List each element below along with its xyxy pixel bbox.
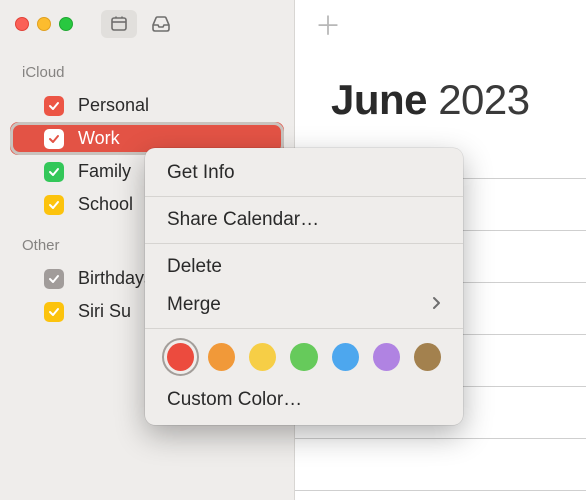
color-swatch-yellow[interactable] (249, 343, 276, 371)
checkbox-icon[interactable] (44, 96, 64, 116)
menu-item-merge[interactable]: Merge (145, 286, 463, 324)
titlebar (0, 0, 294, 48)
menu-item-get-info[interactable]: Get Info (145, 154, 463, 192)
calendar-label: School (78, 194, 133, 215)
color-swatch-green[interactable] (290, 343, 317, 371)
maximize-window-button[interactable] (59, 17, 73, 31)
window-controls (15, 17, 73, 31)
calendar-label: Siri Su (78, 301, 131, 322)
checkbox-icon[interactable] (44, 269, 64, 289)
menu-item-delete[interactable]: Delete (145, 248, 463, 286)
add-event-button[interactable]: ＋ (315, 6, 341, 43)
minimize-window-button[interactable] (37, 17, 51, 31)
menu-separator (145, 328, 463, 329)
menu-separator (145, 196, 463, 197)
color-swatch-blue[interactable] (332, 343, 359, 371)
menu-item-custom-color[interactable]: Custom Color… (145, 381, 463, 419)
color-swatch-orange[interactable] (208, 343, 235, 371)
month-label: June (331, 76, 427, 123)
calendars-toggle-button[interactable] (101, 10, 137, 38)
calendar-label: Work (78, 128, 120, 149)
close-window-button[interactable] (15, 17, 29, 31)
calendar-label: Personal (78, 95, 149, 116)
checkbox-icon[interactable] (44, 302, 64, 322)
calendar-item-personal[interactable]: Personal (0, 89, 294, 122)
year-label: 2023 (438, 76, 529, 123)
calendar-label: Birthdays (78, 268, 153, 289)
color-swatch-purple[interactable] (373, 343, 400, 371)
section-header-icloud: iCloud (0, 48, 294, 89)
checkbox-icon[interactable] (44, 195, 64, 215)
checkbox-icon[interactable] (44, 129, 64, 149)
color-swatch-brown[interactable] (414, 343, 441, 371)
color-picker-row (145, 333, 463, 381)
checkbox-icon[interactable] (44, 162, 64, 182)
color-swatch-red[interactable] (167, 343, 194, 371)
menu-item-share[interactable]: Share Calendar… (145, 201, 463, 239)
calendar-label: Family (78, 161, 131, 182)
date-title: June 2023 (295, 48, 586, 124)
chevron-right-icon (431, 294, 441, 316)
menu-separator (145, 243, 463, 244)
inbox-button[interactable] (143, 10, 179, 38)
context-menu: Get Info Share Calendar… Delete Merge Cu… (145, 148, 463, 425)
